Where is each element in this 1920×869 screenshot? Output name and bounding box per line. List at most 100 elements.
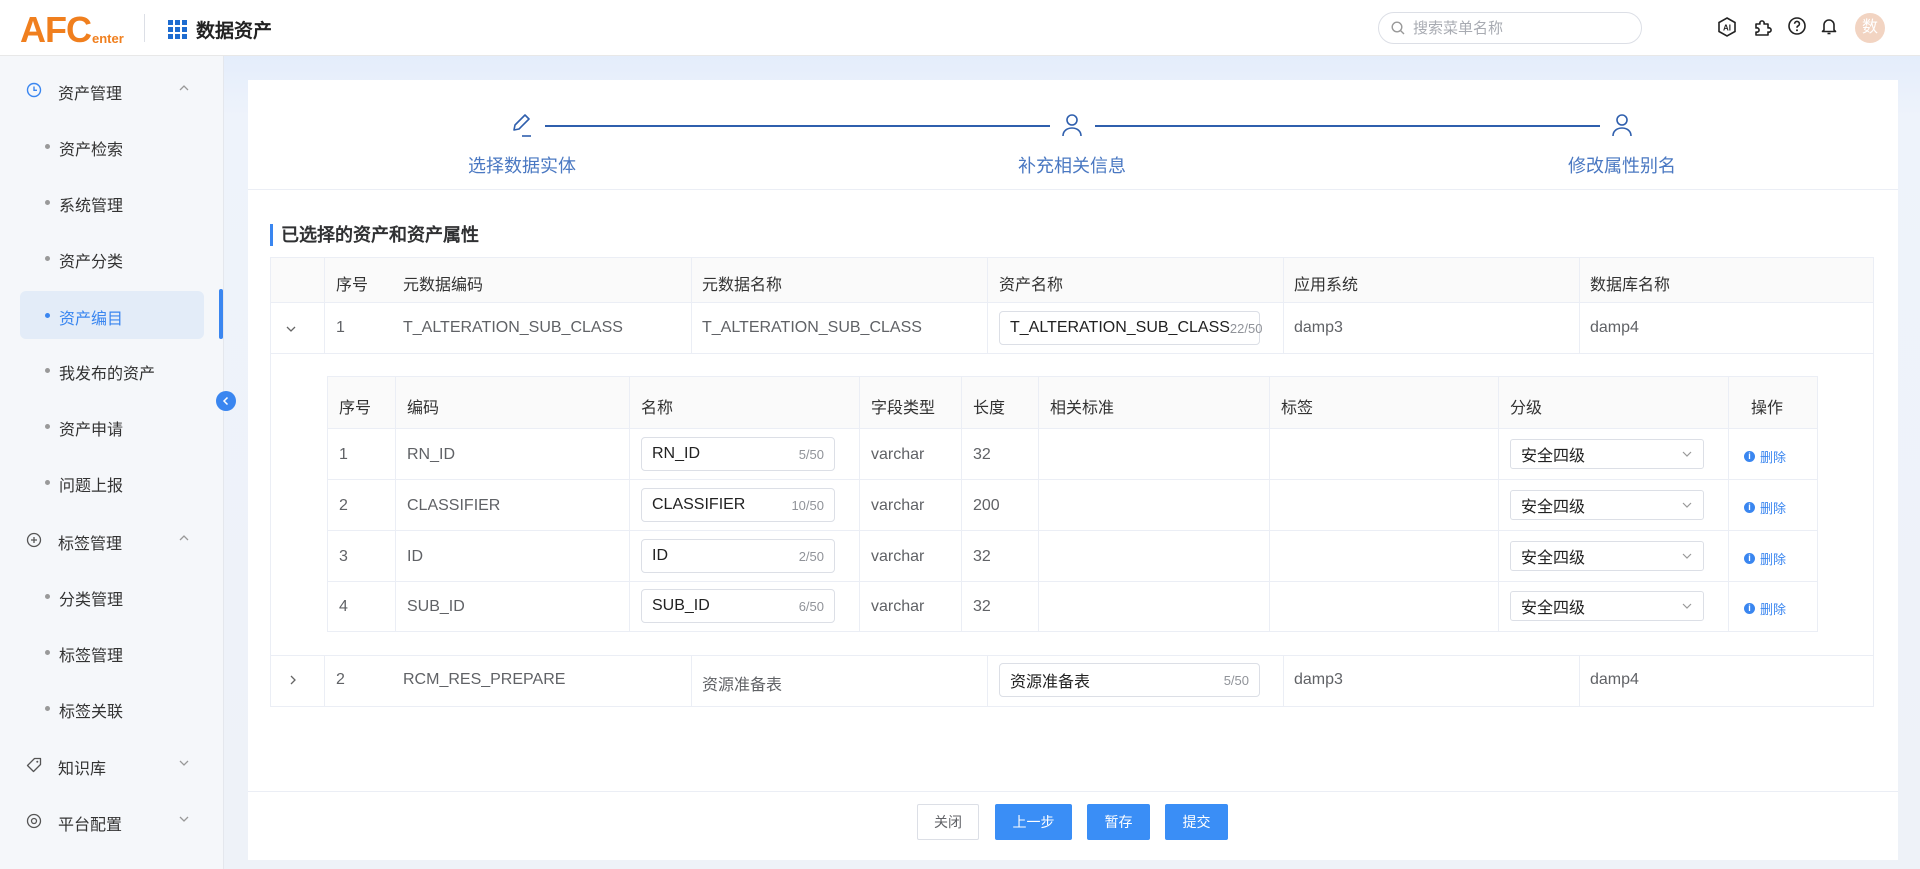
field-name-input[interactable]: CLASSIFIER 10/50 [641,488,835,522]
logo-main-text: AFC [20,9,92,50]
bullet-icon [45,424,50,429]
delete-button[interactable]: i 删除 [1744,599,1786,618]
step-connector-1 [545,125,1050,127]
sidebar-item-category-management[interactable]: 分类管理 [20,572,204,620]
sidebar-item-my-published-assets[interactable]: 我发布的资产 [20,346,204,394]
sidebar-item-label: 资产编目 [59,311,124,328]
menu-search-input[interactable] [1413,19,1613,37]
input-value: CLASSIFIER [652,496,746,513]
table-cell: 200 [973,497,1000,514]
sidebar-item-system-management[interactable]: 系统管理 [20,178,204,226]
inner-col-header-field-type: 字段类型 [871,400,936,417]
table-cell: damp3 [1294,319,1343,336]
ai-icon[interactable]: AI [1716,16,1738,38]
user-icon [1062,114,1082,137]
step-modify-alias: 修改属性别名 [1568,156,1676,176]
close-button[interactable]: 关闭 [917,804,979,840]
level-select[interactable]: 安全四级 [1510,591,1704,621]
table-cell: 1 [339,446,348,463]
chevron-up-icon [179,85,189,91]
col-header-asset-name: 资产名称 [999,277,1064,294]
table-cell: varchar [871,548,925,565]
step-supplement-info: 补充相关信息 [1018,156,1126,176]
menu-search-box[interactable] [1378,12,1642,44]
char-counter: 5/50 [798,446,824,462]
char-counter: 5/50 [1223,672,1249,688]
info-icon: i [1744,451,1755,462]
menu-group-tag-management[interactable]: 标签管理 [0,512,224,568]
chevron-up-icon [179,535,189,541]
delete-button[interactable]: i 删除 [1744,447,1786,466]
input-value: 资源准备表 [1010,674,1091,691]
delete-button[interactable]: i 删除 [1744,549,1786,568]
table-cell: 1 [336,319,345,336]
table-cell: 4 [339,598,348,615]
sidebar-item-tag-management[interactable]: 标签管理 [20,628,204,676]
sidebar-item-asset-cataloging[interactable]: 资产编目 [20,291,204,339]
chevron-left-icon [222,396,229,406]
inner-col-header-no: 序号 [339,400,372,417]
user-icon [1612,114,1632,137]
level-select[interactable]: 安全四级 [1510,490,1704,520]
delete-label: 删除 [1760,602,1787,617]
menu-group-label: 平台配置 [58,817,123,834]
prev-step-button[interactable]: 上一步 [995,804,1072,840]
menu-group-asset-management[interactable]: 资产管理 [0,62,224,118]
table-cell: T_ALTERATION_SUB_CLASS [403,319,623,336]
bullet-icon [45,480,50,485]
avatar[interactable]: 数 [1855,13,1885,43]
step-connector-2 [1095,125,1600,127]
bell-icon[interactable] [1819,16,1839,36]
char-counter: 10/50 [791,497,824,513]
inner-col-header-code: 编码 [407,400,440,417]
asset-name-input[interactable]: T_ALTERATION_SUB_CLASS 22/50 [999,311,1262,345]
asset-name-input[interactable]: 资源准备表 5/50 [999,663,1260,697]
help-icon[interactable] [1787,16,1807,36]
bullet-icon [45,650,50,655]
logo[interactable]: AFC enter [20,8,124,48]
col-header-meta-name: 元数据名称 [702,277,783,294]
submit-button[interactable]: 提交 [1165,804,1228,840]
inner-col-header-length: 长度 [973,400,1006,417]
table-cell: 2 [339,497,348,514]
inner-col-header-standard: 相关标准 [1050,400,1115,417]
char-counter: 6/50 [798,598,824,614]
sidebar-item-tag-association[interactable]: 标签关联 [20,684,204,732]
top-header: AFCenter 数据资产 AI 数 [0,0,1920,56]
footer-divider [248,791,1898,792]
select-value: 安全四级 [1521,499,1586,516]
chevron-down-icon [179,816,189,822]
sidebar-collapse-button[interactable] [216,391,236,411]
menu-group-knowledge-base[interactable]: 知识库 [0,737,224,793]
bullet-icon [45,313,50,318]
puzzle-icon[interactable] [1752,16,1774,38]
sidebar-item-issue-report[interactable]: 问题上报 [20,458,204,506]
sidebar-item-asset-search[interactable]: 资产检索 [20,122,204,170]
save-draft-button[interactable]: 暂存 [1087,804,1150,840]
field-name-input[interactable]: SUB_ID 6/50 [641,589,835,623]
logo-sub-text: enter [92,31,124,46]
sidebar-item-asset-application[interactable]: 资产申请 [20,402,204,450]
table-cell: 32 [973,598,991,615]
plus-circle-icon [26,532,42,548]
level-select[interactable]: 安全四级 [1510,439,1704,469]
apps-grid-icon[interactable] [168,20,187,39]
delete-button[interactable]: i 删除 [1744,498,1786,517]
info-icon: i [1744,553,1755,564]
chevron-right-icon[interactable] [286,673,300,687]
inner-col-header-tag: 标签 [1281,400,1314,417]
sidebar-item-asset-classification[interactable]: 资产分类 [20,234,204,282]
bullet-icon [45,256,50,261]
inner-col-header-action: 操作 [1751,400,1784,417]
table-cell: ID [407,548,423,565]
chevron-down-icon[interactable] [284,322,298,336]
chevron-down-icon [179,760,189,766]
input-value: SUB_ID [652,597,710,614]
step-select-entity: 选择数据实体 [468,156,576,176]
sidebar-item-label: 标签管理 [59,648,124,665]
input-value: T_ALTERATION_SUB_CLASS [1010,319,1230,336]
field-name-input[interactable]: ID 2/50 [641,539,835,573]
menu-group-platform-config[interactable]: 平台配置 [0,793,224,849]
level-select[interactable]: 安全四级 [1510,541,1704,571]
field-name-input[interactable]: RN_ID 5/50 [641,437,835,471]
